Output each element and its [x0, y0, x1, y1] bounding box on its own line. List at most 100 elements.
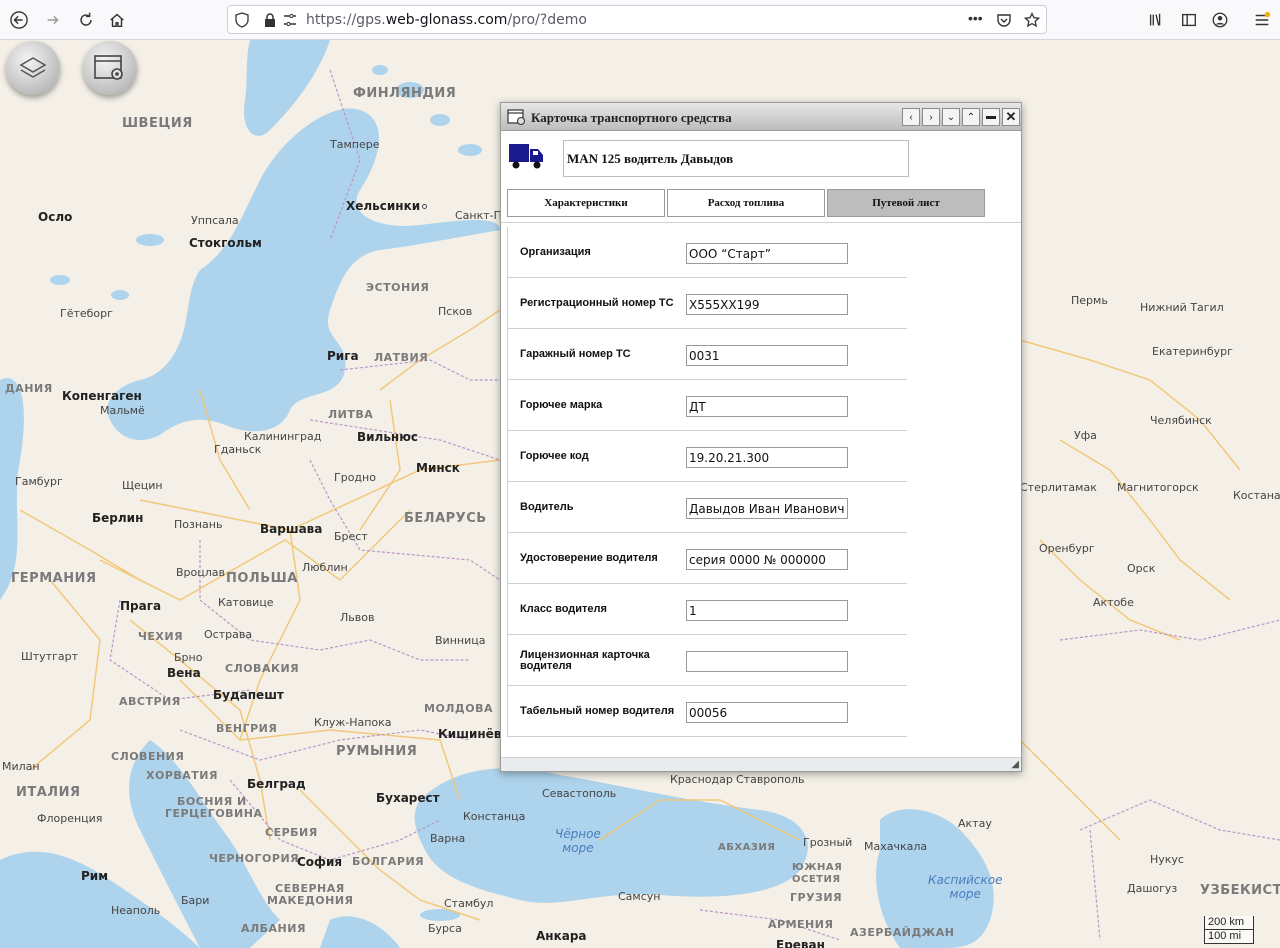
map-label-city: Неаполь [111, 904, 161, 917]
tab-waybill[interactable]: Путевой лист [827, 189, 985, 217]
map-label-city: Будапешт [213, 688, 284, 702]
home-button[interactable] [103, 6, 131, 34]
sidebar-icon [1182, 13, 1196, 27]
map-label-country: АБХАЗИЯ [718, 842, 776, 853]
layers-button[interactable] [6, 41, 60, 95]
map-label-city: Севастополь [542, 787, 617, 800]
map-label-city: Актау [958, 817, 992, 830]
personnel-number-input[interactable] [686, 702, 848, 723]
map-label-city: Копенгаген [62, 389, 142, 403]
field-label: Регистрационный номер ТС [520, 297, 674, 309]
collapse-down-button[interactable]: ⌄ [942, 108, 960, 126]
dialog-title: Карточка транспортного средства [531, 110, 732, 125]
map-label-country: ГЕРЦЕГОВИНА [165, 807, 263, 820]
scale-mi: 100 mi [1204, 930, 1254, 944]
pocket-icon[interactable] [996, 12, 1012, 28]
forward-arrow-icon [47, 15, 59, 25]
fuel-brand-input[interactable] [686, 396, 848, 417]
license-card-input[interactable] [686, 651, 848, 672]
map-label-city: Гётеборг [60, 307, 113, 320]
field-row-license-card: Лицензионная карточка водителя [508, 635, 907, 686]
url-text: https://gps.web-glonass.com/pro/?demo [306, 12, 587, 28]
map-label-city: Уфа [1074, 429, 1097, 442]
driver-license-input[interactable] [686, 549, 848, 570]
reload-button[interactable] [72, 6, 100, 34]
minimize-button[interactable] [982, 108, 1000, 126]
scale-km: 200 km [1204, 916, 1254, 930]
shield-icon[interactable] [234, 12, 250, 28]
library-button[interactable] [1142, 6, 1170, 34]
map-label-city: Минск [416, 461, 460, 475]
page-actions-button[interactable]: ••• [968, 10, 983, 26]
map-label-country: АВСТРИЯ [119, 695, 181, 708]
garage-number-input[interactable] [686, 345, 848, 366]
map-label-country: БОЛГАРИЯ [352, 855, 425, 868]
map-label-city: Винница [435, 634, 486, 647]
map-label-city: Штутгарт [21, 650, 78, 663]
field-label: Горючее код [520, 450, 589, 462]
organization-input[interactable] [686, 243, 848, 264]
map-label-city: Львов [340, 611, 375, 624]
map-label-country: СЛОВАКИЯ [225, 662, 300, 675]
back-button[interactable] [5, 6, 33, 34]
map-label-city: Актобе [1093, 596, 1134, 609]
close-button[interactable]: ✕ [1002, 108, 1020, 126]
resize-grip-icon[interactable]: ◢ [1011, 759, 1019, 770]
map-settings-button[interactable] [83, 41, 137, 95]
vehicle-name: MAN 125 водитель Давыдов [563, 140, 909, 177]
account-icon [1212, 12, 1228, 28]
field-row-garage-number: Гаражный номер ТС [508, 329, 907, 380]
registration-number-input[interactable] [686, 294, 848, 315]
field-label: Класс водителя [520, 603, 607, 615]
map-label-city: Щецин [122, 479, 163, 492]
url-bar[interactable]: https://gps.web-glonass.com/pro/?demo ••… [227, 5, 1047, 34]
lock-icon[interactable] [262, 12, 278, 28]
fuel-code-input[interactable] [686, 447, 848, 468]
map-label-city: Берлин [92, 511, 144, 525]
tab-characteristics[interactable]: Характеристики [507, 189, 665, 217]
field-row-organization: Организация [508, 227, 907, 278]
account-button[interactable] [1206, 6, 1234, 34]
map-settings-icon [94, 55, 123, 80]
field-label: Табельный номер водителя [520, 705, 675, 717]
vehicle-icon-box [509, 140, 545, 175]
map-label-city: Варна [430, 832, 466, 845]
map-label-country: АЗЕРБАЙДЖАН [850, 926, 955, 939]
field-row-driver-license: Удостоверение водителя [508, 533, 907, 584]
bookmark-star-icon[interactable] [1024, 12, 1040, 28]
field-label: Организация [520, 246, 591, 258]
map-label-city: Магнитогорск [1117, 481, 1199, 494]
prev-button[interactable]: ‹ [902, 108, 920, 126]
driver-class-input[interactable] [686, 600, 848, 621]
map-label-city: Бари [181, 894, 210, 907]
permissions-icon[interactable] [282, 12, 298, 28]
field-row-personnel-number: Табельный номер водителя [508, 686, 907, 737]
menu-button[interactable] [1248, 6, 1276, 34]
forward-button[interactable] [39, 6, 67, 34]
map-label-country: ЧЕХИЯ [138, 630, 184, 643]
map-label-country: ВЕНГРИЯ [216, 722, 278, 735]
next-button[interactable]: › [922, 108, 940, 126]
map-label-city: Вена [167, 666, 201, 680]
collapse-up-button[interactable]: ⌃ [962, 108, 980, 126]
field-label: Водитель [520, 501, 574, 513]
map-label-city: Стокгольм [189, 236, 262, 250]
map-label-city: Грозный [803, 836, 853, 849]
minimize-icon [986, 115, 996, 119]
tab-fuel-consumption[interactable]: Расход топлива [667, 189, 825, 217]
chevron-down-icon: ⌄ [946, 111, 956, 123]
driver-input[interactable] [686, 498, 848, 519]
map-label-country: ПОЛЬША [226, 571, 298, 586]
map-label-city: Рим [81, 869, 109, 883]
map-label-country: ФИНЛЯНДИЯ [353, 86, 457, 101]
dialog-title-bar[interactable]: Карточка транспортного средства ‹ › ⌄ ⌃ … [501, 103, 1021, 131]
sidebar-button[interactable] [1175, 6, 1203, 34]
map-label-city: Дашогуз [1127, 882, 1178, 895]
map-label-city: Краснодар [670, 773, 733, 786]
map-label-city: Гданьск [214, 443, 262, 456]
map-label-city: Прага [120, 599, 162, 613]
map-label-country: БЕЛАРУСЬ [404, 511, 487, 526]
map-label-country: УЗБЕКИСТА [1200, 883, 1280, 898]
map-label-city: Калининград [244, 430, 322, 443]
layers-icon [19, 57, 47, 78]
